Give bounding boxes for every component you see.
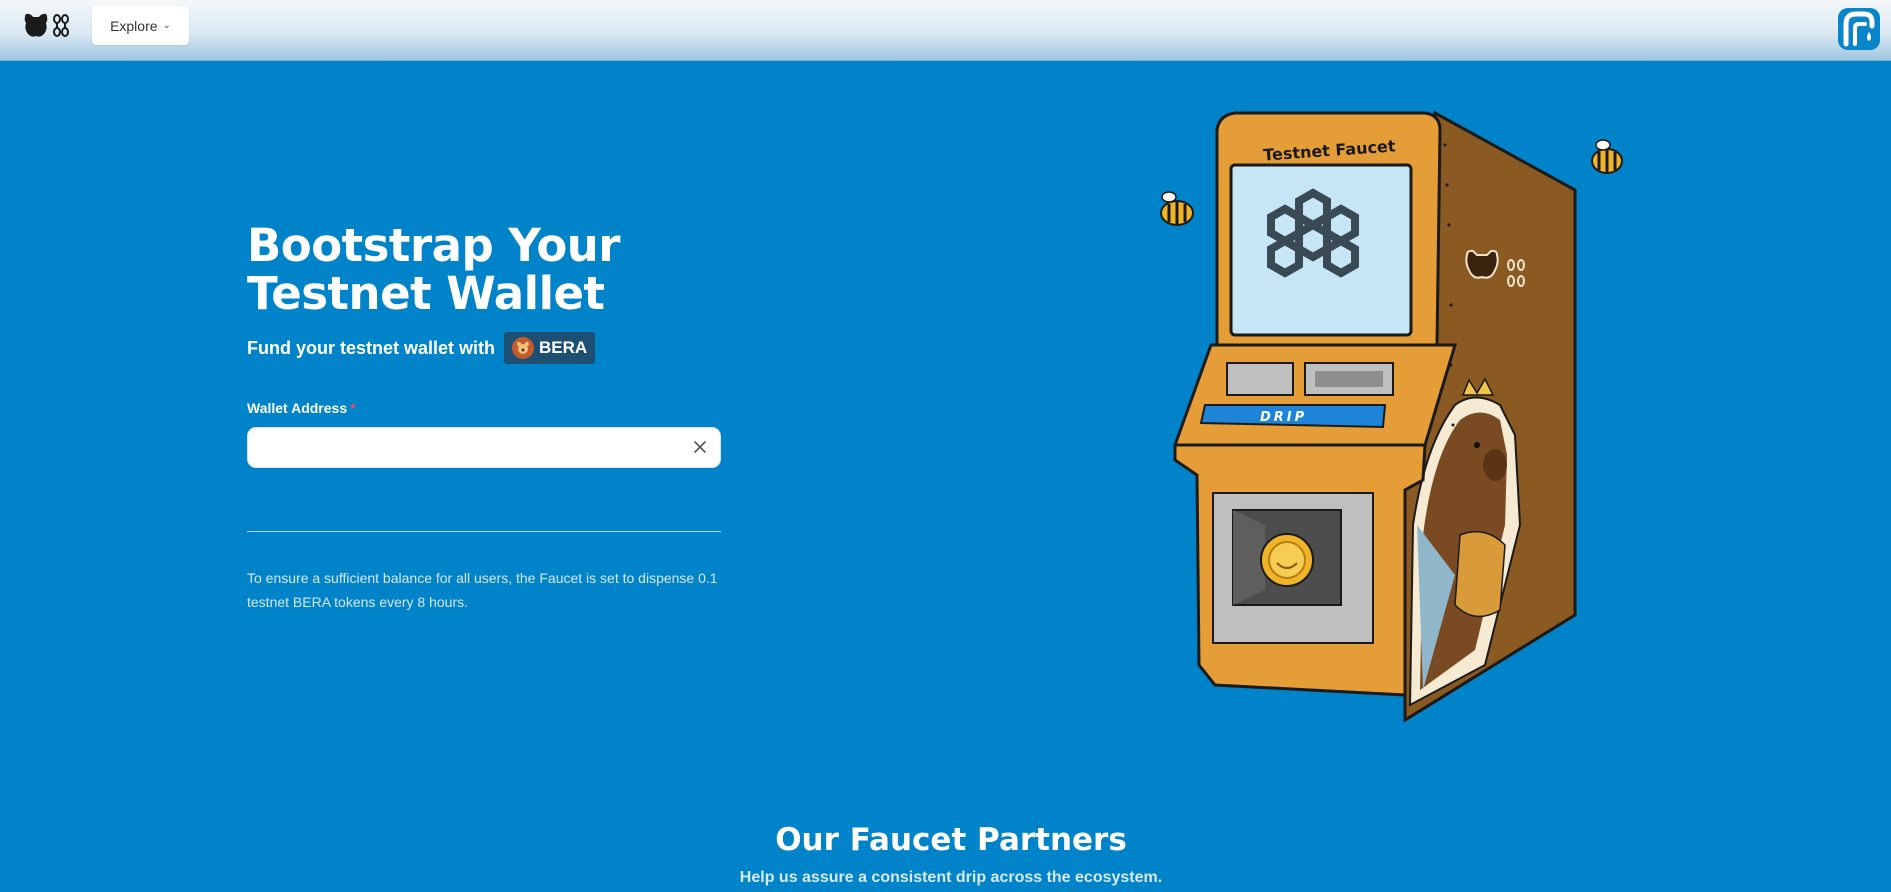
top-nav: Explore ⌄ bbox=[0, 0, 1891, 61]
bera-token-badge: BERA bbox=[504, 332, 596, 364]
explore-label: Explore bbox=[110, 17, 158, 34]
clear-icon[interactable] bbox=[693, 440, 707, 454]
page-title-line-2: Testnet Wallet bbox=[247, 267, 605, 320]
wallet-address-label-text: Wallet Address bbox=[247, 400, 348, 416]
fund-text: Fund your testnet wallet with bbox=[247, 337, 496, 358]
partners-subtitle: Help us assure a consistent drip across … bbox=[739, 869, 1163, 886]
form-divider bbox=[247, 531, 721, 532]
bera-token-icon bbox=[512, 337, 535, 359]
chevron-down-icon: ⌄ bbox=[162, 20, 171, 31]
wallet-address-field bbox=[247, 427, 721, 468]
faucet-machine-illustration: Testnet Faucet DRIP bbox=[1160, 110, 1623, 723]
fund-subtitle: Fund your testnet wallet with BERA bbox=[247, 332, 596, 364]
faucet-note: To ensure a sufficient balance for all u… bbox=[247, 570, 718, 610]
required-marker: * bbox=[350, 400, 356, 416]
page-title-line-1: Bootstrap Your bbox=[247, 219, 620, 272]
wallet-address-label: Wallet Address * bbox=[247, 400, 356, 416]
page-title: Bootstrap Your Testnet Wallet bbox=[247, 222, 667, 318]
drip-button-art: DRIP bbox=[1199, 404, 1387, 429]
wallet-address-input[interactable] bbox=[248, 428, 678, 467]
drip-label: DRIP bbox=[1260, 410, 1307, 425]
explore-dropdown-button[interactable]: Explore ⌄ bbox=[92, 6, 189, 45]
bee-icon-right bbox=[1591, 139, 1623, 174]
faucet-logo-icon[interactable] bbox=[1838, 8, 1880, 50]
berachain-logo-icon[interactable] bbox=[22, 12, 76, 40]
partners-title: Our Faucet Partners bbox=[775, 822, 1127, 858]
bera-token-label: BERA bbox=[539, 338, 588, 357]
bee-icon-left bbox=[1160, 191, 1194, 226]
coin-icon bbox=[1260, 533, 1314, 587]
